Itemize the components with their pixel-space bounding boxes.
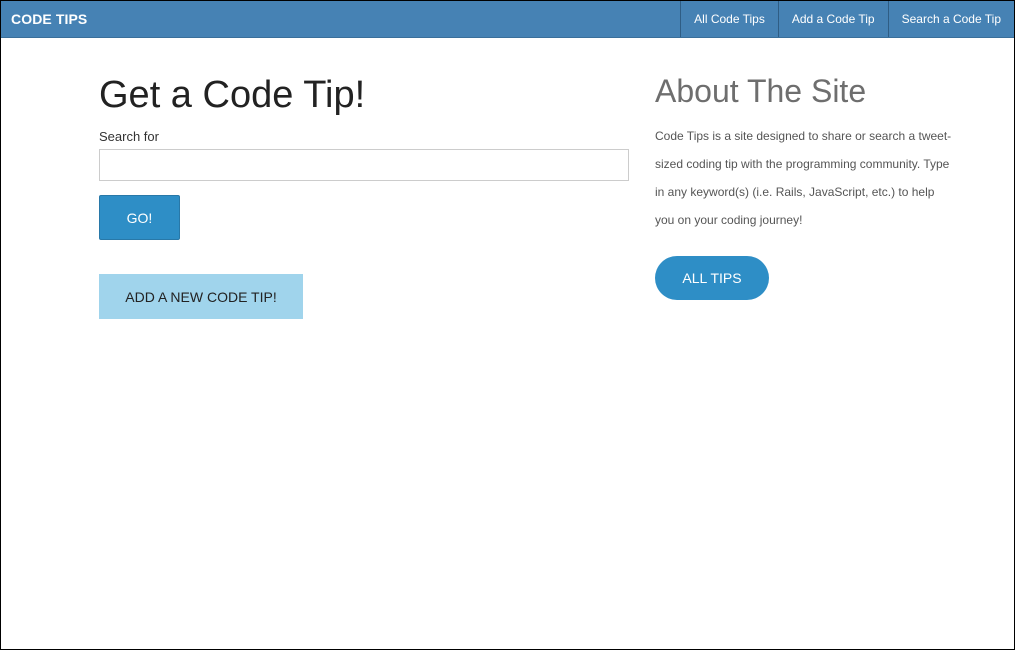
about-section: About The Site Code Tips is a site desig… (655, 71, 955, 300)
search-label: Search for (99, 129, 159, 144)
page-title: Get a Code Tip! (99, 74, 366, 116)
go-button[interactable]: GO! (99, 195, 180, 240)
nav-link-add-code-tip[interactable]: Add a Code Tip (777, 1, 888, 37)
about-text: Code Tips is a site designed to share or… (655, 129, 952, 227)
search-section: Get a Code Tip! Search for GO! ADD A NEW… (99, 71, 629, 319)
about-title: About The Site (655, 73, 867, 109)
brand-link[interactable]: CODE TIPS (11, 1, 87, 37)
search-input[interactable] (99, 149, 629, 181)
browser-page: CODE TIPS All Code Tips Add a Code Tip S… (0, 0, 1015, 650)
nav-link-search-code-tip[interactable]: Search a Code Tip (887, 1, 1014, 37)
add-new-code-tip-button[interactable]: ADD A NEW CODE TIP! (99, 274, 303, 319)
all-tips-button[interactable]: ALL TIPS (655, 256, 769, 300)
nav-link-all-code-tips[interactable]: All Code Tips (680, 1, 778, 37)
navbar: CODE TIPS All Code Tips Add a Code Tip S… (1, 1, 1014, 38)
nav-links: All Code Tips Add a Code Tip Search a Co… (680, 1, 1014, 37)
